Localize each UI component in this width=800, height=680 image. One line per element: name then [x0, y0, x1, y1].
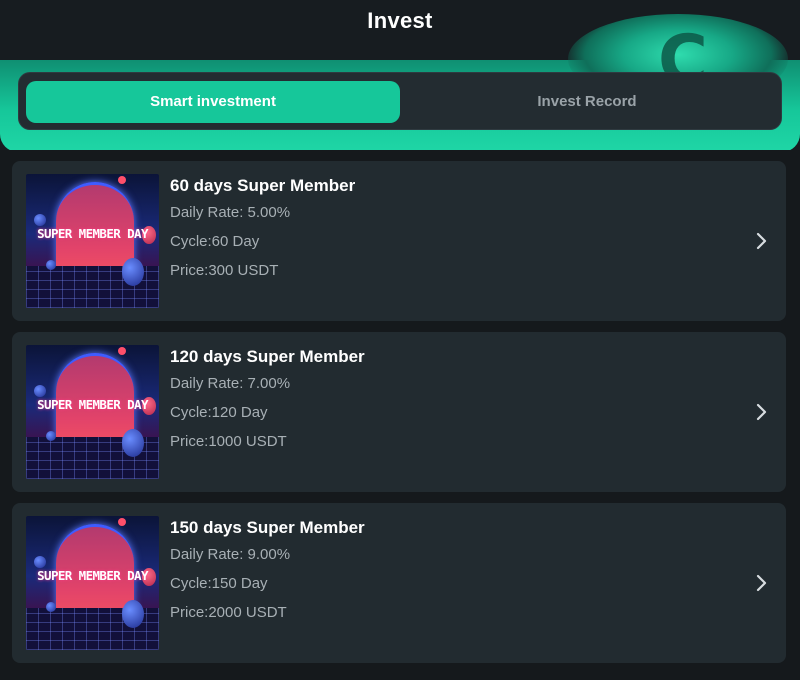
product-cycle: Cycle:120 Day — [170, 404, 268, 421]
chevron-right-icon[interactable] — [752, 398, 772, 426]
product-name: 60 days Super Member — [170, 176, 356, 195]
product-price: Price:2000 USDT — [170, 604, 287, 621]
tab-bar: Smart investment Invest Record — [18, 72, 782, 130]
thumbnail-text: SUPER MEMBER DAY — [37, 226, 148, 241]
product-card[interactable]: SUPER MEMBER DAY 150 days Super Member D… — [12, 503, 786, 663]
tab-invest-record[interactable]: Invest Record — [400, 81, 774, 123]
tab-smart-investment[interactable]: Smart investment — [26, 81, 400, 123]
product-daily-rate: Daily Rate: 9.00% — [170, 546, 291, 563]
product-cycle: Cycle:60 Day — [170, 233, 260, 250]
product-name: 120 days Super Member — [170, 347, 365, 366]
product-cycle: Cycle:150 Day — [170, 575, 268, 592]
chevron-right-icon[interactable] — [752, 227, 772, 255]
thumbnail-text: SUPER MEMBER DAY — [37, 397, 148, 412]
product-thumbnail: SUPER MEMBER DAY — [26, 516, 159, 650]
page-title: Invest — [367, 8, 433, 33]
product-card[interactable]: SUPER MEMBER DAY 60 days Super Member Da… — [12, 161, 786, 321]
product-card[interactable]: SUPER MEMBER DAY 120 days Super Member D… — [12, 332, 786, 492]
product-price: Price:1000 USDT — [170, 433, 287, 450]
product-price: Price:300 USDT — [170, 262, 279, 279]
chevron-right-icon[interactable] — [752, 569, 772, 597]
product-daily-rate: Daily Rate: 5.00% — [170, 204, 291, 221]
product-daily-rate: Daily Rate: 7.00% — [170, 375, 291, 392]
product-thumbnail: SUPER MEMBER DAY — [26, 345, 159, 479]
header: C Invest Smart investment Invest Record — [0, 0, 800, 150]
product-name: 150 days Super Member — [170, 518, 365, 537]
product-thumbnail: SUPER MEMBER DAY — [26, 174, 159, 308]
thumbnail-text: SUPER MEMBER DAY — [37, 568, 148, 583]
